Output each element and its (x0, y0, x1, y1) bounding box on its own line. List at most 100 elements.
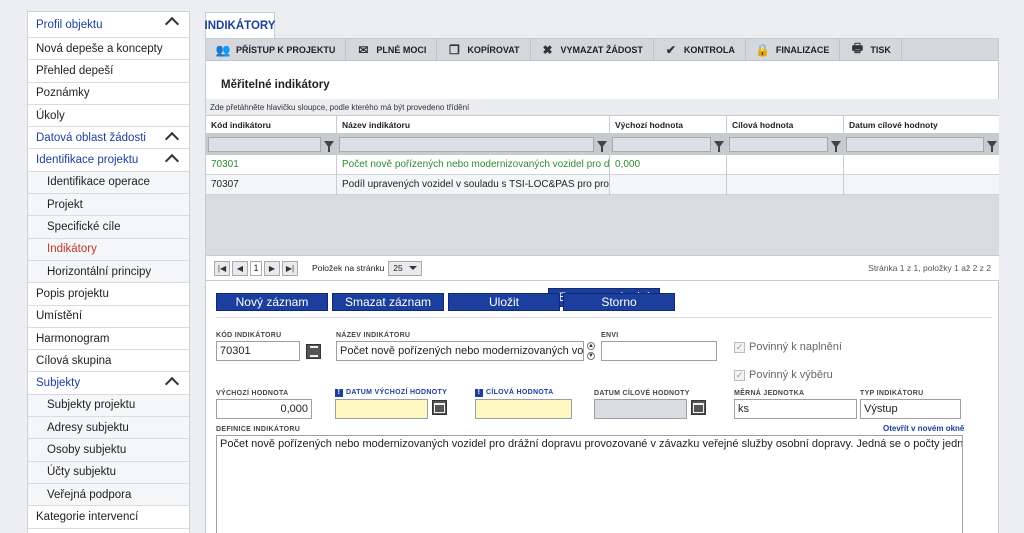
calendar-icon[interactable] (691, 400, 706, 415)
vychozi-field[interactable]: 0,000 (216, 399, 312, 419)
column-header-kod[interactable]: Kód indikátoru (206, 116, 337, 134)
filter-input-nazev[interactable] (339, 137, 594, 152)
toolbar-button-label: Kontrola (683, 44, 735, 55)
chevron-up-icon[interactable] (164, 154, 180, 169)
datum-cilove-field (594, 399, 687, 419)
sidebar-item-label: Účty subjektu (47, 466, 117, 479)
filter-input-cilova[interactable] (729, 137, 828, 152)
sidebar-item--ty-subjektu[interactable]: Účty subjektu (28, 461, 189, 484)
column-header-nazev[interactable]: Název indikátoru (337, 116, 610, 134)
sidebar-item-pozn-mky[interactable]: Poznámky (28, 83, 189, 105)
prev-page-button[interactable]: ◀ (232, 260, 248, 276)
sidebar-item-nov-depe-e-a-koncepty[interactable]: Nová depeše a koncepty (28, 38, 189, 61)
sidebar-item--koly[interactable]: Úkoly (28, 105, 189, 128)
toolbar-button-tisk[interactable]: 🖶 Tisk (840, 39, 902, 60)
save-button[interactable]: Uložit (448, 293, 560, 311)
nazev-field[interactable]: Počet nově pořízených nebo modernizovaný… (336, 341, 584, 361)
cell-cilova (727, 155, 844, 175)
filter-icon[interactable] (714, 141, 724, 152)
filter-icon[interactable] (324, 141, 334, 152)
cell-vychozi (610, 175, 727, 195)
nazev-label: Název indikátoru (336, 332, 411, 339)
sidebar-item-adresy-subjektu[interactable]: Adresy subjektu (28, 417, 189, 440)
sidebar-item-um-st-n-[interactable]: Umístění (28, 306, 189, 328)
sidebar-item-specifick-c-le[interactable]: Specifické cíle (28, 216, 189, 239)
sidebar-item-label: Harmonogram (36, 332, 110, 345)
kod-label: Kód indikátoru (216, 332, 282, 339)
column-header-cilova[interactable]: Cílová hodnota (727, 116, 844, 134)
sidebar-item-datov-oblast-dosti[interactable]: Datová oblast žádosti (28, 127, 189, 150)
table-row[interactable]: 70301 Počet nově pořízených nebo moderni… (206, 155, 999, 175)
first-page-button[interactable]: |◀ (214, 260, 230, 276)
povinny-naplneni-label: Povinný k naplnění (749, 341, 842, 353)
datum-vychozi-field[interactable] (335, 399, 428, 419)
datum-cilove-label: Datum cílové hodnoty (594, 390, 690, 397)
filter-input-kod[interactable] (208, 137, 321, 152)
sidebar-item-identifikace-projektu[interactable]: Identifikace projektu (28, 149, 189, 172)
sidebar-item-harmonogram[interactable]: Harmonogram (28, 328, 189, 351)
delete-record-button[interactable]: Smazat záznam (332, 293, 444, 311)
check-icon: ✔ (665, 42, 676, 57)
sidebar-item-subjekty-projektu[interactable]: Subjekty projektu (28, 394, 189, 418)
table-row[interactable]: 70307 Podíl upravených vozidel v souladu… (206, 175, 999, 195)
sidebar-item-subjekty[interactable]: Subjekty (28, 372, 189, 395)
column-header-datum[interactable]: Datum cílové hodnoty (844, 116, 999, 134)
typ-label: Typ indikátoru (860, 390, 924, 397)
filter-input-vychozi[interactable] (612, 137, 711, 152)
envi-field[interactable] (601, 341, 717, 361)
filter-icon[interactable] (987, 141, 997, 152)
filter-icon[interactable] (831, 141, 841, 152)
toolbar-button-vymazat-dost[interactable]: ✖ Vymazat žádost (531, 39, 654, 60)
chevron-up-icon[interactable] (164, 16, 180, 32)
cell-nazev: Počet nově pořízených nebo modernizovaný… (337, 155, 610, 175)
toolbar-button-kontrola[interactable]: ✔ Kontrola (654, 39, 746, 60)
kod-field[interactable]: 70301 (216, 341, 300, 361)
page-number[interactable]: 1 (250, 260, 262, 276)
tab-indikatory[interactable]: INDIKÁTORY (205, 12, 275, 39)
chevron-up-icon[interactable] (164, 377, 180, 392)
sidebar-item-c-lov-skupina[interactable]: Cílová skupina (28, 350, 189, 373)
checkbox-icon: ✓ (734, 341, 745, 353)
toolbar-button-p-stup-k-projektu[interactable]: 👥 Přístup k projektu (206, 39, 347, 60)
filter-icon[interactable] (597, 141, 607, 152)
toolbar-button-finalizace[interactable]: 🔒 Finalizace (746, 39, 841, 60)
sidebar-item-label: Osoby subjektu (47, 443, 127, 456)
toolbar-button-pln-moci[interactable]: ✉ Plné moci (346, 39, 438, 60)
next-page-button[interactable]: ▶ (264, 260, 280, 276)
sidebar-item-p-ehled-depe-[interactable]: Přehled depeší (28, 60, 189, 83)
sidebar-item-indik-tory[interactable]: Indikátory (28, 238, 189, 261)
per-page-label: Položek na stránku (312, 263, 385, 273)
sidebar-item-profil-objektu[interactable]: Profil objektu (28, 12, 189, 38)
sidebar-item-kategorie-intervenc-[interactable]: Kategorie intervencí (28, 506, 189, 529)
filter-input-datum[interactable] (846, 137, 984, 152)
list-icon[interactable] (306, 344, 321, 359)
merna-field[interactable]: ks (734, 399, 857, 419)
sidebar-item-projekt[interactable]: Projekt (28, 194, 189, 217)
copy-icon: ❐ (448, 42, 460, 57)
sidebar-item-label: Specifické cíle (47, 221, 121, 234)
calendar-icon[interactable] (432, 400, 447, 415)
toolbar-button-kop-rovat[interactable]: ❐ Kopírovat (437, 39, 531, 60)
typ-field[interactable]: Výstup (860, 399, 961, 419)
per-page-select[interactable]: 25 (388, 260, 423, 276)
definice-textarea[interactable]: Počet nově pořízených nebo modernizovaný… (216, 435, 963, 533)
sidebar-item-osoby-subjektu[interactable]: Osoby subjektu (28, 439, 189, 462)
delete-icon: ✖ (542, 42, 553, 57)
cancel-button[interactable]: Storno (563, 293, 675, 311)
sidebar-item-horizont-ln-principy[interactable]: Horizontální principy (28, 260, 189, 284)
cilova-field[interactable] (475, 399, 572, 419)
sidebar-item-popis-projektu[interactable]: Popis projektu (28, 283, 189, 306)
sidebar-item-identifikace-operace[interactable]: Identifikace operace (28, 171, 189, 195)
povinny-vyberu-checkbox[interactable]: ✓ Povinný k výběru (734, 369, 833, 381)
new-record-button[interactable]: Nový záznam (216, 293, 328, 311)
sidebar-item-ve-ejn-podpora[interactable]: Veřejná podpora (28, 483, 189, 507)
column-header-vychozi[interactable]: Výchozí hodnota (610, 116, 727, 134)
grid-filter-row (206, 134, 999, 155)
sidebar-item-label: Datová oblast žádosti (36, 131, 146, 144)
scroll-stepper[interactable]: ▲ ▼ (585, 341, 597, 361)
cell-datum (844, 155, 999, 175)
last-page-button[interactable]: ▶| (282, 260, 298, 276)
open-new-window-link[interactable]: Otevřít v novém okně (883, 424, 964, 433)
chevron-up-icon[interactable] (164, 132, 180, 147)
povinny-naplneni-checkbox[interactable]: ✓ Povinný k naplnění (734, 341, 842, 353)
